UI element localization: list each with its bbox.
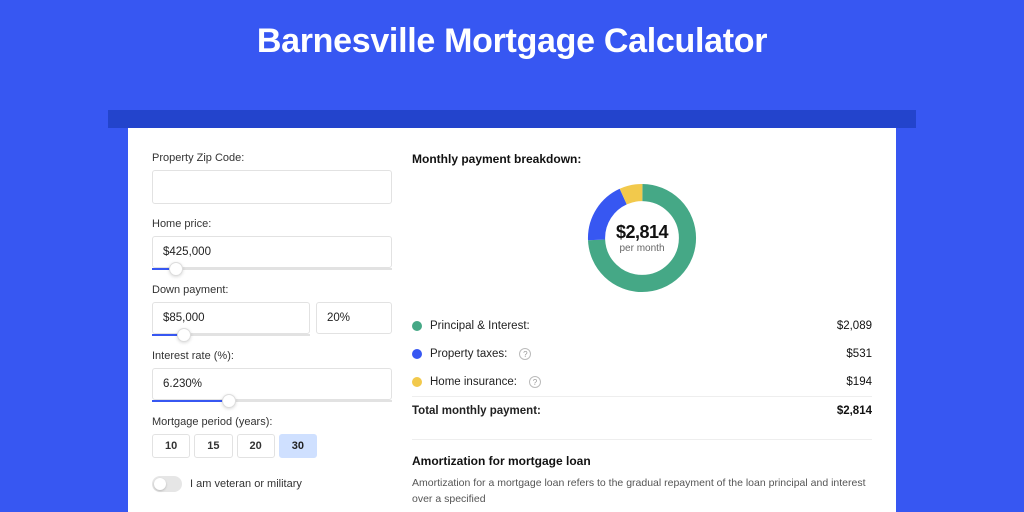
veteran-row: I am veteran or military [152, 476, 392, 492]
home-price-group: Home price: [152, 218, 392, 270]
results-column: Monthly payment breakdown: $2,814 per mo… [412, 152, 872, 512]
donut-chart: $2,814 per month [582, 178, 702, 298]
period-label: Mortgage period (years): [152, 416, 392, 428]
period-button-10[interactable]: 10 [152, 434, 190, 458]
home-price-slider[interactable] [152, 268, 392, 270]
veteran-toggle[interactable] [152, 476, 182, 492]
help-icon[interactable]: ? [519, 348, 531, 360]
interest-group: Interest rate (%): [152, 350, 392, 402]
amortization-title: Amortization for mortgage loan [412, 454, 872, 468]
interest-input[interactable] [152, 368, 392, 400]
zip-label: Property Zip Code: [152, 152, 392, 164]
interest-label: Interest rate (%): [152, 350, 392, 362]
breakdown-panel: Monthly payment breakdown: $2,814 per mo… [412, 152, 872, 425]
down-payment-group: Down payment: [152, 284, 392, 336]
legend-dot [412, 349, 422, 359]
amortization-text: Amortization for a mortgage loan refers … [412, 476, 872, 508]
period-button-15[interactable]: 15 [194, 434, 232, 458]
legend-value: $531 [846, 348, 872, 360]
donut-value: $2,814 [616, 222, 668, 243]
home-price-label: Home price: [152, 218, 392, 230]
zip-group: Property Zip Code: [152, 152, 392, 204]
slider-thumb[interactable] [169, 262, 183, 276]
down-payment-slider[interactable] [152, 334, 310, 336]
amortization-panel: Amortization for mortgage loan Amortizat… [412, 439, 872, 508]
home-price-input[interactable] [152, 236, 392, 268]
down-payment-amount-input[interactable] [152, 302, 310, 334]
legend-dot [412, 377, 422, 387]
legend-dot [412, 321, 422, 331]
period-button-20[interactable]: 20 [237, 434, 275, 458]
total-value: $2,814 [837, 405, 872, 417]
legend: Principal & Interest: $2,089 Property taxe… [412, 312, 872, 396]
legend-row: Home insurance:? $194 [412, 368, 872, 396]
donut-center: $2,814 per month [582, 178, 702, 298]
slider-thumb[interactable] [177, 328, 191, 342]
down-payment-label: Down payment: [152, 284, 392, 296]
period-group: Mortgage period (years): 10152030 [152, 416, 392, 458]
help-icon[interactable]: ? [529, 376, 541, 388]
veteran-label: I am veteran or military [190, 478, 302, 490]
zip-input[interactable] [152, 170, 392, 204]
slider-thumb[interactable] [222, 394, 236, 408]
legend-value: $194 [846, 376, 872, 388]
legend-row: Property taxes:? $531 [412, 340, 872, 368]
header-strip [108, 110, 916, 128]
period-button-30[interactable]: 30 [279, 434, 317, 458]
legend-key: Property taxes: [430, 348, 507, 360]
calculator-card: Property Zip Code: Home price: Down paym… [128, 128, 896, 512]
breakdown-title: Monthly payment breakdown: [412, 152, 872, 166]
total-key: Total monthly payment: [412, 405, 541, 417]
donut-wrap: $2,814 per month [412, 172, 872, 312]
donut-sub: per month [619, 243, 664, 254]
legend-key: Principal & Interest: [430, 320, 530, 332]
legend-key: Home insurance: [430, 376, 517, 388]
interest-slider[interactable] [152, 400, 392, 402]
page-title: Barnesville Mortgage Calculator [0, 0, 1024, 79]
legend-row: Principal & Interest: $2,089 [412, 312, 872, 340]
legend-value: $2,089 [837, 320, 872, 332]
legend-total-row: Total monthly payment: $2,814 [412, 396, 872, 425]
inputs-column: Property Zip Code: Home price: Down paym… [152, 152, 392, 512]
down-payment-percent-input[interactable] [316, 302, 392, 334]
